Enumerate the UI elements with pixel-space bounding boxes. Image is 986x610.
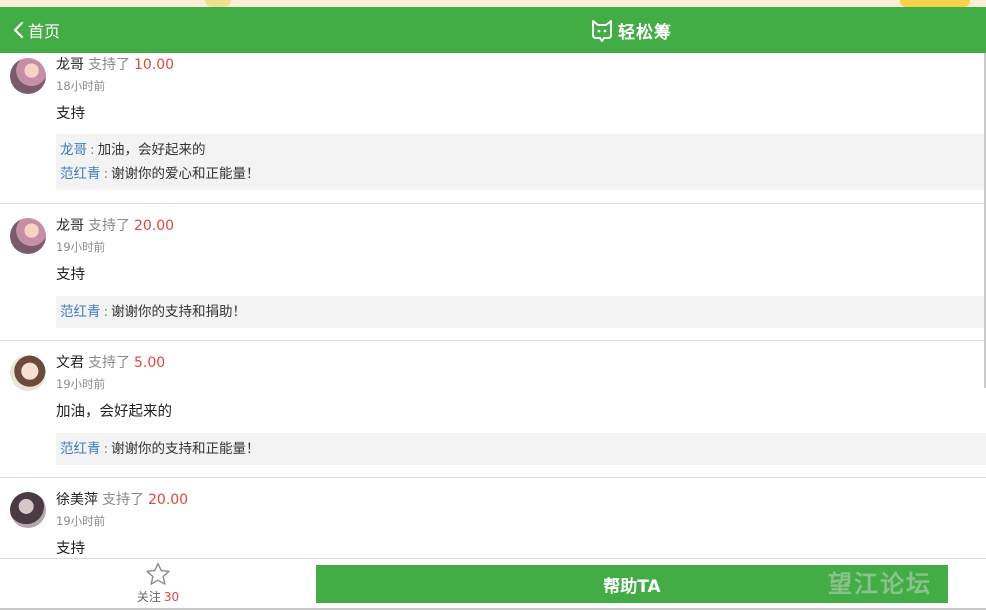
banner-decoration	[205, 0, 231, 7]
reply-separator: :	[103, 304, 109, 320]
comment-header: 徐美萍 支持了 20.00	[56, 491, 188, 509]
reply-author[interactable]: 范红青	[60, 304, 101, 320]
top-banner-strip	[0, 0, 986, 7]
reply-list: 龙哥: 加油，会好起来的 范红青: 谢谢你的爱心和正能量！	[56, 134, 986, 190]
reply-item[interactable]: 龙哥: 加油，会好起来的	[60, 138, 986, 162]
comment-message: 加油，会好起来的	[56, 404, 172, 420]
comment-item: 徐美萍 支持了 20.00 19小时前 支持	[0, 478, 986, 558]
reply-text: 加油，会好起来的	[97, 142, 206, 158]
comment-message: 支持	[56, 267, 85, 283]
reply-separator: :	[90, 142, 95, 158]
chevron-left-icon	[13, 21, 24, 39]
support-amount: 20.00	[148, 492, 189, 508]
reply-author[interactable]: 龙哥	[60, 142, 87, 158]
avatar[interactable]	[10, 58, 46, 94]
bottom-action-bar: 关注 30 帮助TA 望江论坛	[0, 558, 986, 610]
comment-header: 龙哥 支持了 20.00	[56, 217, 174, 235]
avatar[interactable]	[10, 355, 46, 391]
back-button-label: 首页	[28, 22, 61, 41]
comment-time: 19小时前	[56, 514, 106, 528]
comment-item: 龙哥 支持了 10.00 18小时前 支持 龙哥: 加油，会好起来的 范红青: 谢谢你的…	[0, 53, 986, 204]
comment-header: 龙哥 支持了 10.00	[56, 56, 174, 74]
reply-text: 谢谢你的支持和捐助！	[111, 304, 247, 320]
follow-button[interactable]: 关注 30	[130, 562, 186, 608]
support-comment-list[interactable]: 龙哥 支持了 10.00 18小时前 支持 龙哥: 加油，会好起来的 范红青: 谢谢你的…	[0, 53, 986, 558]
reply-author[interactable]: 范红青	[60, 441, 101, 457]
support-amount: 20.00	[134, 218, 175, 234]
comment-header: 文君 支持了 5.00	[56, 354, 165, 372]
support-action-text: 支持了	[88, 57, 130, 73]
comment-item: 文君 支持了 5.00 19小时前 加油，会好起来的 范红青: 谢谢你的支持和正能量！	[0, 341, 986, 478]
comment-time: 19小时前	[56, 377, 106, 391]
help-ta-button[interactable]: 帮助TA	[316, 565, 948, 603]
reply-separator: :	[103, 441, 109, 457]
comment-time: 18小时前	[56, 79, 106, 93]
comment-time: 19小时前	[56, 240, 106, 254]
brand-logo: 轻松筹	[590, 7, 672, 53]
reply-item[interactable]: 范红青: 谢谢你的支持和正能量！	[60, 437, 986, 461]
comment-item: 龙哥 支持了 20.00 19小时前 支持 范红青: 谢谢你的支持和捐助！	[0, 204, 986, 341]
support-action-text: 支持了	[88, 355, 130, 371]
reply-separator: :	[103, 166, 109, 182]
support-action-text: 支持了	[102, 492, 144, 508]
comment-message: 支持	[56, 541, 85, 557]
cat-logo-icon	[592, 20, 612, 42]
reply-text: 谢谢你的支持和正能量！	[111, 441, 260, 457]
reply-author[interactable]: 范红青	[60, 166, 101, 182]
follow-count: 30	[163, 590, 180, 604]
comment-message: 支持	[56, 106, 85, 122]
banner-decoration	[900, 0, 970, 7]
support-amount: 10.00	[134, 57, 175, 73]
back-home-button[interactable]: 首页	[12, 7, 60, 53]
star-icon	[146, 562, 170, 585]
brand-title: 轻松筹	[618, 22, 672, 43]
reply-text: 谢谢你的爱心和正能量！	[111, 166, 260, 182]
top-navigation-bar: 首页 轻松筹	[0, 7, 986, 53]
supporter-name[interactable]: 龙哥	[56, 57, 84, 73]
supporter-name[interactable]: 徐美萍	[56, 492, 98, 508]
support-amount: 5.00	[134, 355, 166, 371]
support-action-text: 支持了	[88, 218, 130, 234]
avatar[interactable]	[10, 492, 46, 528]
supporter-name[interactable]: 龙哥	[56, 218, 84, 234]
reply-list: 范红青: 谢谢你的支持和正能量！	[56, 433, 986, 465]
reply-list: 范红青: 谢谢你的支持和捐助！	[56, 296, 986, 328]
supporter-name[interactable]: 文君	[56, 355, 84, 371]
avatar[interactable]	[10, 218, 46, 254]
follow-label: 关注	[136, 590, 161, 604]
reply-item[interactable]: 范红青: 谢谢你的支持和捐助！	[60, 300, 986, 324]
reply-item[interactable]: 范红青: 谢谢你的爱心和正能量！	[60, 162, 986, 186]
